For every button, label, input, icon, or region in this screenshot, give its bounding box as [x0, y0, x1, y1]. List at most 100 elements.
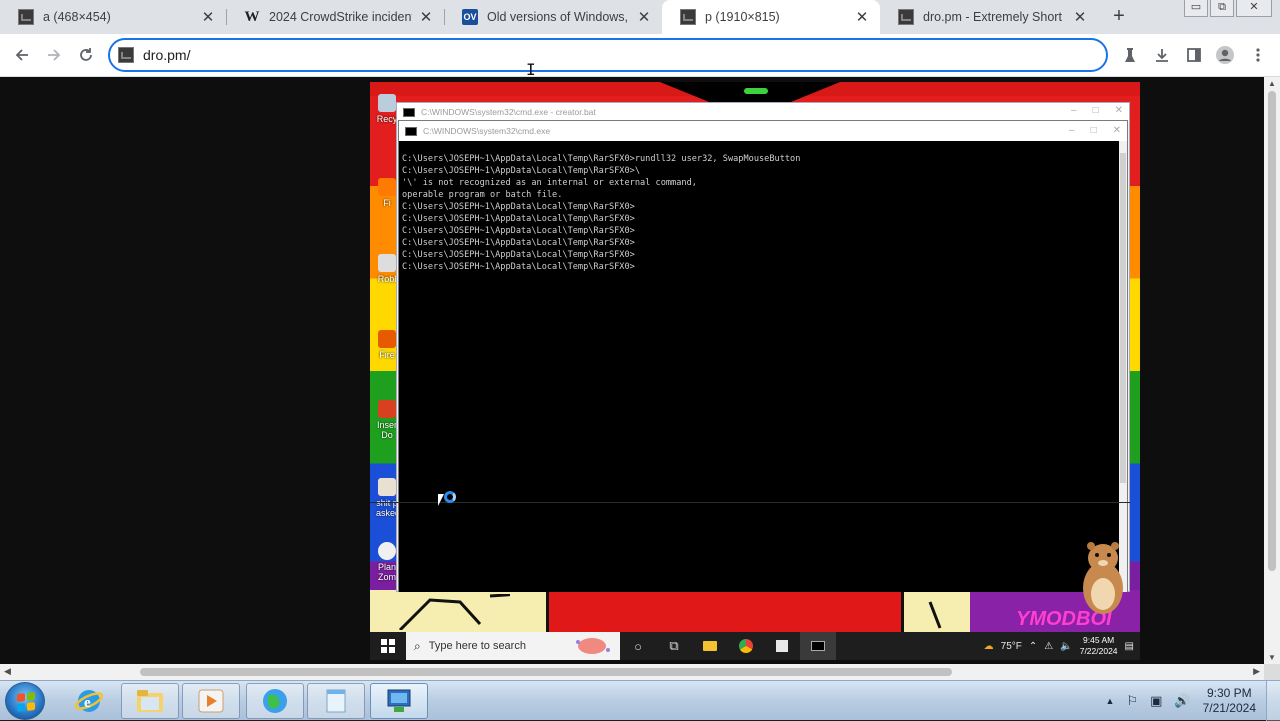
remote-clock[interactable]: 9:45 AM 7/22/2024 — [1080, 635, 1118, 657]
cmd-front-titlebar[interactable]: C:\WINDOWS\system32\cmd.exe – □ ✕ — [399, 121, 1127, 141]
desktop-icon[interactable]: Fi — [376, 178, 398, 208]
horizontal-scroll-thumb[interactable] — [140, 668, 952, 676]
console-line: C:\Users\JOSEPH~1\AppData\Local\Temp\Rar… — [402, 202, 635, 212]
dark-square-icon — [18, 9, 34, 25]
desktop-icon-label: Recy — [376, 114, 398, 124]
back-button[interactable] — [9, 42, 35, 68]
remote-clock-date: 7/22/2024 — [1079, 646, 1118, 656]
address-bar[interactable] — [108, 38, 1108, 72]
taskbar-explorer-button[interactable] — [121, 683, 179, 719]
forward-button[interactable] — [41, 42, 67, 68]
download-icon[interactable] — [1150, 43, 1174, 67]
doodle-lines — [398, 594, 510, 630]
network-icon: ⚠ — [1044, 640, 1054, 652]
console-output[interactable]: C:\Users\JOSEPH~1\AppData\Local\Temp\Rar… — [399, 141, 1121, 592]
cmd-window-front[interactable]: C:\WINDOWS\system32\cmd.exe – □ ✕ C:\Users… — [398, 120, 1128, 592]
desktop-icon[interactable]: Inser Do — [376, 400, 398, 440]
desktop-icon-label: Robl — [377, 274, 397, 284]
notification-icon[interactable]: ▤ — [1125, 641, 1134, 652]
minimize-icon[interactable]: – — [1069, 125, 1075, 136]
scroll-left-icon[interactable]: ◀ — [4, 666, 11, 677]
desktop-icon[interactable]: Recy — [376, 94, 398, 124]
minimize-icon[interactable]: – — [1071, 105, 1077, 116]
volume-icon[interactable]: 🔈 — [1060, 641, 1072, 652]
menu-icon[interactable] — [1246, 43, 1270, 67]
tray-arrow-icon[interactable]: ▲ — [1106, 696, 1115, 706]
tab-3[interactable]: OV Old versions of Windows, M ✕ — [444, 0, 662, 34]
scroll-right-icon[interactable]: ▶ — [1253, 666, 1260, 677]
taskbar-globe-button[interactable] — [246, 683, 304, 719]
network-icon[interactable]: ▣ — [1150, 693, 1162, 709]
action-center-flag-icon[interactable]: ⚐ — [1126, 693, 1138, 709]
vertical-scrollbar[interactable]: ▲ ▼ — [1264, 77, 1280, 664]
vertical-scroll-thumb[interactable] — [1268, 91, 1276, 571]
arrow-right-icon — [48, 49, 61, 61]
reload-button[interactable] — [73, 42, 99, 68]
tab-5[interactable]: dro.pm - Extremely Short Links ✕ — [880, 0, 1098, 34]
close-icon[interactable]: ✕ — [1115, 105, 1123, 116]
taskbar-media-player-button[interactable] — [182, 683, 240, 719]
close-icon[interactable]: ✕ — [1072, 8, 1088, 26]
busy-spinner-icon — [444, 491, 456, 503]
console-line: C:\Users\JOSEPH~1\AppData\Local\Temp\Rar… — [402, 226, 635, 236]
desktop-icon[interactable]: Robl — [376, 254, 398, 284]
taskbar-remote-desktop-button[interactable] — [370, 683, 428, 719]
desktop-icon[interactable]: Plan Zom — [376, 542, 398, 582]
notepad-icon[interactable] — [764, 632, 800, 660]
maximize-icon[interactable]: □ — [1093, 105, 1099, 116]
scroll-up-icon[interactable]: ▲ — [1264, 79, 1280, 88]
address-input[interactable] — [143, 47, 1043, 63]
scroll-down-icon[interactable]: ▼ — [1264, 653, 1280, 662]
start-orb-button[interactable] — [5, 682, 45, 720]
volume-icon[interactable]: 🔊 — [1174, 693, 1190, 709]
task-view-icon[interactable]: ⧉ — [656, 632, 692, 660]
close-icon[interactable]: ✕ — [854, 8, 870, 26]
tab-title: dro.pm - Extremely Short Links — [923, 10, 1066, 24]
weather-temp[interactable]: 75°F — [1001, 641, 1022, 652]
restore-button[interactable]: ⧉ — [1210, 0, 1234, 17]
cmd-scroll-thumb[interactable] — [1120, 153, 1126, 483]
close-icon[interactable]: ✕ — [1113, 125, 1121, 136]
host-clock[interactable]: 9:30 PM 7/21/2024 — [1203, 686, 1256, 716]
file-explorer-icon[interactable] — [692, 632, 728, 660]
close-icon[interactable]: ✕ — [418, 8, 434, 26]
tray-chevron-icon[interactable]: ⌃ — [1029, 641, 1037, 652]
cmd-front-title: C:\WINDOWS\system32\cmd.exe — [423, 126, 551, 136]
reload-icon — [80, 48, 92, 61]
desktop-icon-label: Inser Do — [376, 420, 397, 440]
new-tab-button[interactable]: + — [1108, 5, 1130, 27]
tab-1[interactable]: a (468×454) ✕ — [0, 0, 226, 34]
windows-logo-icon — [381, 639, 395, 653]
wikipedia-icon: W — [244, 8, 260, 25]
close-window-button[interactable]: ✕ — [1236, 0, 1272, 17]
cmd-scrollbar[interactable] — [1119, 141, 1127, 592]
remote-search-box[interactable]: ⌕ Type here to search — [406, 632, 620, 660]
profile-avatar-icon[interactable] — [1213, 43, 1237, 67]
tab-4-active[interactable]: p (1910×815) ✕ — [662, 0, 880, 34]
dark-square-icon — [898, 9, 914, 25]
show-desktop-button[interactable] — [1266, 681, 1280, 721]
taskbar-notepad-button[interactable] — [307, 683, 365, 719]
windows-start-button[interactable] — [370, 632, 406, 660]
taskbar-ie-button[interactable]: e — [60, 683, 118, 719]
desktop-icon-label: Fire — [379, 350, 395, 360]
minimize-button[interactable]: ▭ — [1184, 0, 1208, 17]
desktop-icon[interactable]: shit p asked — [376, 478, 400, 518]
close-icon[interactable]: ✕ — [636, 8, 652, 26]
desktop-icon[interactable]: Fire — [376, 330, 398, 360]
console-line: C:\Users\JOSEPH~1\AppData\Local\Temp\Rar… — [402, 238, 635, 248]
close-icon[interactable]: ✕ — [200, 8, 216, 26]
chrome-icon[interactable] — [728, 632, 764, 660]
hamster-image — [1083, 542, 1123, 614]
maximize-icon[interactable]: □ — [1091, 125, 1097, 136]
folder-icon — [137, 690, 163, 712]
tab-2[interactable]: W 2024 CrowdStrike incident - Wikipedia … — [226, 0, 444, 34]
cmd-taskbar-icon[interactable] — [800, 632, 836, 660]
horizontal-scrollbar[interactable]: ◀ ▶ — [0, 664, 1264, 680]
extensions-icon[interactable] — [1118, 43, 1142, 67]
search-placeholder: Type here to search — [428, 640, 526, 652]
side-panel-icon[interactable] — [1182, 43, 1206, 67]
tab-title: p (1910×815) — [705, 10, 780, 24]
cmd-back-titlebar[interactable]: C:\WINDOWS\system32\cmd.exe - creator.ba… — [397, 103, 1129, 121]
cortana-icon[interactable]: ○ — [620, 632, 656, 660]
